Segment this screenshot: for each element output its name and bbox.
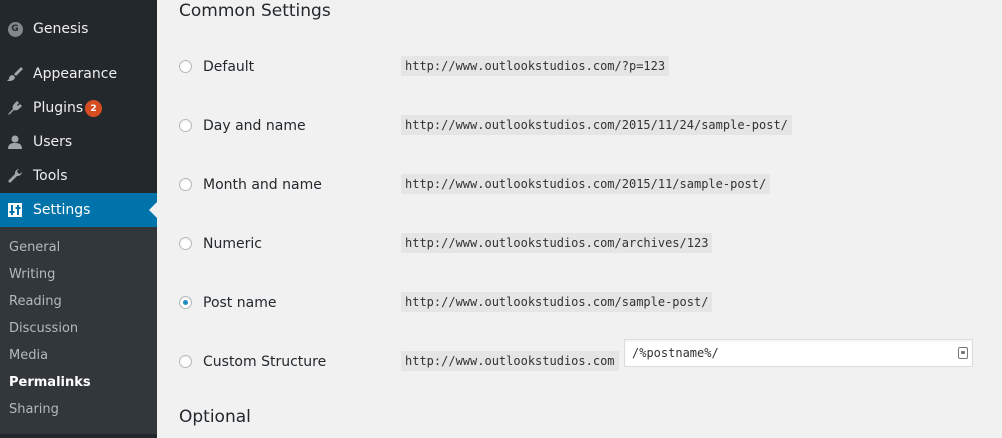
submenu-item-discussion[interactable]: Discussion	[9, 321, 78, 337]
permalink-radio[interactable]	[179, 119, 192, 132]
settings-submenu: General Writing Reading Discussion Media…	[0, 227, 157, 434]
submenu-item-sharing[interactable]: Sharing	[9, 402, 59, 418]
custom-structure-value: /%postname%/	[632, 346, 719, 360]
permalink-option-month-and-name: Month and name http://www.outlookstudios…	[157, 174, 1002, 198]
custom-structure-input[interactable]: /%postname%/	[624, 339, 973, 367]
url-example: http://www.outlookstudios.com/archives/1…	[401, 233, 713, 253]
submenu-item-permalinks[interactable]: Permalinks	[9, 375, 91, 391]
permalink-radio-selected[interactable]	[179, 296, 192, 309]
optional-heading: Optional	[179, 407, 251, 427]
menu-item-settings[interactable]: Settings	[0, 193, 157, 227]
url-example: http://www.outlookstudios.com/?p=123	[401, 56, 670, 76]
menu-item-genesis[interactable]: G Genesis	[0, 12, 157, 46]
option-label[interactable]: Numeric	[203, 236, 262, 252]
url-base: http://www.outlookstudios.com	[401, 351, 619, 371]
menu-item-label: Genesis	[33, 21, 89, 37]
url-example: http://www.outlookstudios.com/2015/11/24…	[401, 115, 792, 135]
menu-item-label: Users	[33, 134, 73, 150]
option-label[interactable]: Post name	[203, 295, 276, 311]
permalink-option-custom-structure: Custom Structure http://www.outlookstudi…	[157, 339, 1002, 375]
permalink-radio[interactable]	[179, 60, 192, 73]
menu-item-label: Settings	[33, 202, 91, 218]
plugins-update-badge: 2	[85, 100, 102, 117]
url-example: http://www.outlookstudios.com/2015/11/sa…	[401, 174, 771, 194]
option-label[interactable]: Day and name	[203, 118, 306, 134]
option-label[interactable]: Month and name	[203, 177, 322, 193]
submenu-item-reading[interactable]: Reading	[9, 294, 62, 310]
common-settings-heading: Common Settings	[179, 1, 331, 21]
paintbrush-icon	[7, 66, 23, 82]
active-menu-indicator	[149, 202, 157, 218]
submenu-item-general[interactable]: General	[9, 240, 60, 256]
permalink-radio[interactable]	[179, 178, 192, 191]
menu-item-label: Tools	[33, 168, 68, 184]
permalink-option-day-and-name: Day and name http://www.outlookstudios.c…	[157, 115, 1002, 139]
menu-item-appearance[interactable]: Appearance	[0, 57, 157, 91]
option-label[interactable]: Default	[203, 59, 254, 75]
submenu-item-media[interactable]: Media	[9, 348, 48, 364]
menu-item-label: Appearance	[33, 66, 118, 82]
submenu-item-writing[interactable]: Writing	[9, 267, 55, 283]
user-icon	[7, 134, 23, 150]
menu-item-label: Plugins	[33, 100, 84, 116]
plug-icon	[7, 100, 23, 116]
permalink-option-numeric: Numeric http://www.outlookstudios.com/ar…	[157, 233, 1002, 257]
menu-item-tools[interactable]: Tools	[0, 159, 157, 193]
admin-sidebar: G Genesis Appearance Plugins 2 Users Too…	[0, 0, 157, 438]
permalink-radio[interactable]	[179, 237, 192, 250]
wrench-icon	[7, 168, 23, 184]
menu-item-users[interactable]: Users	[0, 125, 157, 159]
settings-icon	[7, 202, 23, 218]
main-content: Common Settings Default http://www.outlo…	[157, 0, 1002, 438]
option-label[interactable]: Custom Structure	[203, 354, 326, 370]
permalink-radio[interactable]	[179, 355, 192, 368]
url-example: http://www.outlookstudios.com/sample-pos…	[401, 292, 713, 312]
permalink-option-post-name: Post name http://www.outlookstudios.com/…	[157, 292, 1002, 316]
genesis-logo-icon: G	[7, 21, 23, 37]
menu-item-plugins[interactable]: Plugins	[0, 91, 157, 125]
permalink-option-default: Default http://www.outlookstudios.com/?p…	[157, 56, 1002, 80]
password-manager-icon[interactable]	[958, 347, 968, 359]
